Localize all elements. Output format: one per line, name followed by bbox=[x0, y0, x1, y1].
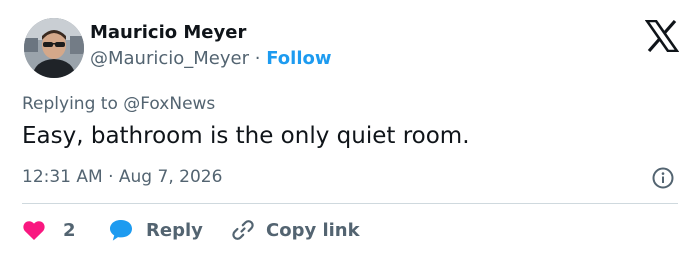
link-icon bbox=[232, 220, 254, 240]
reply-button[interactable]: Reply bbox=[108, 210, 203, 250]
speech-bubble-icon bbox=[110, 220, 132, 241]
copy-link-label: Copy link bbox=[266, 219, 360, 241]
author-handle[interactable]: @Mauricio_Meyer bbox=[90, 48, 249, 69]
timestamp[interactable]: 12:31 AM · Aug 7, 2026 bbox=[22, 167, 222, 187]
embedded-tweet-card: Mauricio Meyer @Mauricio_Meyer · Follow … bbox=[0, 0, 700, 256]
tweet-text: Easy, bathroom is the only quiet room. bbox=[22, 123, 470, 149]
copy-link-button[interactable]: Copy link bbox=[230, 210, 360, 250]
author-handle-row: @Mauricio_Meyer · Follow bbox=[90, 48, 332, 69]
avatar[interactable] bbox=[24, 18, 84, 78]
follow-link[interactable]: Follow bbox=[266, 48, 331, 69]
replying-to[interactable]: Replying to @FoxNews bbox=[22, 94, 215, 114]
handle-separator: · bbox=[254, 48, 261, 69]
info-icon[interactable] bbox=[652, 167, 674, 189]
divider bbox=[22, 203, 678, 204]
action-bar: 2 Reply Copy link bbox=[0, 210, 700, 250]
like-button[interactable]: 2 bbox=[22, 210, 76, 250]
like-count: 2 bbox=[63, 219, 76, 241]
reply-label: Reply bbox=[146, 219, 203, 241]
heart-icon bbox=[23, 221, 45, 240]
x-logo-icon[interactable] bbox=[645, 20, 679, 52]
author-name[interactable]: Mauricio Meyer bbox=[90, 22, 246, 43]
